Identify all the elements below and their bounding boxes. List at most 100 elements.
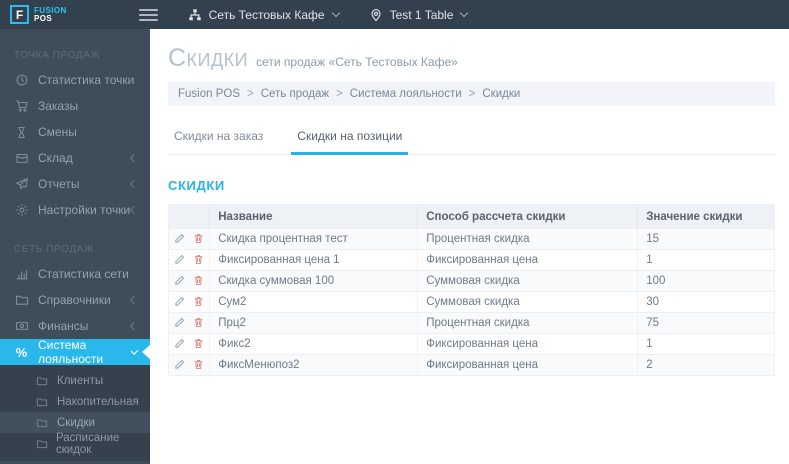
sidebar-item-label: Справочники — [38, 293, 111, 307]
folder-icon — [36, 374, 49, 387]
discount-method: Суммовая скидка — [417, 291, 639, 313]
main-content: Скидки сети продаж «Сеть Тестовых Кафе» … — [150, 29, 789, 464]
discount-name: ФиксМенюпоз2 — [209, 354, 419, 376]
sidebar-item-label: Финансы — [38, 319, 89, 333]
sidebar-item-shifts[interactable]: Смены — [0, 119, 150, 145]
chevron-down-icon — [460, 8, 469, 18]
discount-value: 2 — [637, 354, 775, 376]
edit-icon[interactable] — [174, 233, 185, 244]
table-row: Скидка суммовая 100 Суммовая скидка 100 — [168, 270, 775, 292]
discount-name: Сум2 — [209, 291, 419, 313]
name-column-header: Название — [209, 204, 419, 229]
hourglass-icon — [14, 125, 29, 140]
discount-value: 1 — [637, 249, 775, 271]
edit-icon[interactable] — [174, 359, 185, 370]
menu-toggle-icon[interactable] — [138, 6, 158, 24]
edit-icon[interactable] — [174, 296, 185, 307]
sidebar: ТОЧКА ПРОДАЖ Статистика точки Заказы Сме… — [0, 29, 150, 464]
sidebar-item-directories[interactable]: Справочники — [0, 287, 150, 313]
table-row: Прц2 Процентная скидка 75 — [168, 312, 775, 334]
submenu-item-label: Накопительная — [57, 395, 139, 408]
bar-chart-icon — [14, 267, 29, 282]
sidebar-item-label: Склад — [38, 151, 73, 165]
discount-method: Суммовая скидка — [417, 270, 639, 292]
tab-position-discounts[interactable]: Скидки на позиции — [291, 121, 409, 155]
discounts-section-title: СКИДКИ — [168, 178, 225, 193]
chevron-left-icon — [129, 205, 139, 215]
breadcrumb-item-root[interactable]: Fusion POS — [178, 88, 240, 100]
trash-icon[interactable] — [193, 296, 204, 307]
trash-icon[interactable] — [193, 275, 204, 286]
breadcrumb-separator: > — [247, 88, 254, 100]
clock-icon — [14, 73, 29, 88]
discount-name: Скидка суммовая 100 — [209, 270, 419, 292]
chevron-left-icon — [129, 321, 139, 331]
box-icon — [14, 151, 29, 166]
trash-icon[interactable] — [193, 359, 204, 370]
submenu-item-accumulative[interactable]: Накопительная — [0, 391, 150, 412]
sidebar-item-network-stats[interactable]: Статистика сети — [0, 261, 150, 287]
discount-value: 30 — [637, 291, 775, 313]
page-title: Скидки — [168, 44, 249, 72]
trash-icon[interactable] — [193, 338, 204, 349]
location-selector-label: Test 1 Table — [389, 7, 454, 22]
breadcrumb-item-network[interactable]: Сеть продаж — [261, 88, 329, 100]
breadcrumb: Fusion POS > Сеть продаж > Система лояль… — [168, 82, 775, 106]
chevron-left-icon — [129, 295, 139, 305]
app-logo[interactable]: F FUSION POS — [10, 5, 67, 24]
cart-icon — [14, 99, 29, 114]
discount-method: Процентная скидка — [417, 229, 639, 250]
sidebar-section-network: СЕТЬ ПРОДАЖ — [14, 244, 94, 255]
sidebar-item-finance[interactable]: Финансы — [0, 313, 150, 339]
brand-line2: POS — [34, 13, 53, 23]
sidebar-item-reports[interactable]: Отчеты — [0, 171, 150, 197]
percent-icon: % — [15, 344, 28, 360]
discount-method: Фиксированная цена — [417, 354, 639, 376]
discount-value: 100 — [637, 270, 775, 292]
table-row: Скидка процентная тест Процентная скидка… — [168, 229, 775, 250]
discount-name: Фикс2 — [209, 333, 419, 355]
sidebar-item-point-stats[interactable]: Статистика точки — [0, 67, 150, 93]
tab-order-discounts[interactable]: Скидки на заказ — [168, 121, 269, 155]
table-row: Фикс2 Фиксированная цена 1 — [168, 333, 775, 355]
edit-icon[interactable] — [174, 254, 185, 265]
folder-icon — [36, 395, 49, 408]
folder-icon — [36, 416, 49, 429]
chevron-left-icon — [129, 179, 139, 189]
breadcrumb-item-loyalty[interactable]: Система лояльности — [350, 88, 462, 100]
sidebar-item-warehouse[interactable]: Склад — [0, 145, 150, 171]
edit-icon[interactable] — [174, 317, 185, 328]
sidebar-section-point: ТОЧКА ПРОДАЖ — [14, 50, 101, 61]
trash-icon[interactable] — [193, 233, 204, 244]
submenu-item-clients[interactable]: Клиенты — [0, 370, 150, 391]
breadcrumb-item-current: Скидки — [482, 88, 521, 100]
edit-icon[interactable] — [174, 338, 185, 349]
discount-tabs: Скидки на заказ Скидки на позиции — [168, 121, 775, 155]
banknote-icon — [14, 319, 29, 334]
submenu-item-discounts[interactable]: Скидки — [0, 412, 150, 433]
network-selector-label: Сеть Тестовых Кафе — [208, 7, 325, 22]
paper-plane-icon — [14, 177, 29, 192]
breadcrumb-separator: > — [336, 88, 343, 100]
table-row: Фиксированная цена 1 Фиксированная цена … — [168, 249, 775, 271]
loyalty-submenu: Клиенты Накопительная Скидки Расписание … — [0, 365, 150, 461]
page-subtitle: сети продаж «Сеть Тестовых Кафе» — [256, 55, 458, 69]
sidebar-item-label: Заказы — [38, 99, 79, 113]
network-selector[interactable]: Сеть Тестовых Кафе — [188, 7, 340, 22]
trash-icon[interactable] — [193, 254, 204, 265]
chevron-left-icon — [129, 153, 139, 163]
edit-icon[interactable] — [174, 275, 185, 286]
sidebar-item-label: Статистика сети — [38, 267, 129, 281]
sidebar-item-label: Система лояльности — [38, 338, 104, 366]
discount-value: 1 — [637, 333, 775, 355]
chevron-down-icon — [331, 8, 340, 18]
sidebar-item-orders[interactable]: Заказы — [0, 93, 150, 119]
submenu-item-discount-schedule[interactable]: Расписание скидок — [0, 432, 150, 456]
sidebar-item-point-settings[interactable]: Настройки точки — [0, 197, 150, 223]
trash-icon[interactable] — [193, 317, 204, 328]
method-column-header: Способ рассчета скидки — [417, 204, 639, 229]
location-selector[interactable]: Test 1 Table — [369, 7, 469, 22]
sidebar-item-loyalty[interactable]: % Система лояльности — [0, 338, 150, 366]
sitemap-icon — [188, 8, 209, 22]
value-column-header: Значение скидки — [637, 204, 775, 229]
